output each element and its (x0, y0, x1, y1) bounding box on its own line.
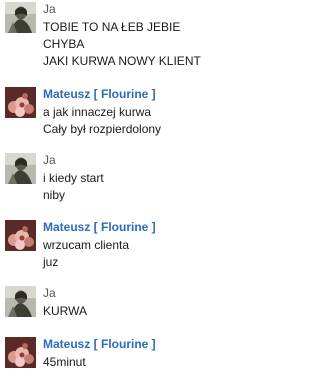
message-line: juz (43, 255, 59, 269)
message-body: i kiedy start niby (43, 170, 104, 204)
person-avatar-icon[interactable] (5, 286, 36, 317)
flower-avatar-icon[interactable] (5, 87, 36, 118)
message-line: i kiedy start (43, 171, 104, 185)
sender-name[interactable]: Ja (43, 286, 56, 301)
chat-transcript: Ja TOBIE TO NA ŁEB JEBIE CHYBA JAKI KURW… (0, 0, 294, 384)
message-body: TOBIE TO NA ŁEB JEBIE CHYBA JAKI KURWA N… (43, 19, 201, 70)
person-avatar-icon[interactable] (5, 153, 36, 184)
message-line: JAKI KURWA NOWY KLIENT (43, 54, 201, 68)
message-body: wrzucam clienta juz (43, 237, 129, 271)
message-body: a jak innaczej kurwa Cały był rozpierdol… (43, 104, 161, 138)
flower-avatar-icon[interactable] (5, 337, 36, 368)
message-line: 45minut (43, 355, 86, 369)
message-line: Cały był rozpierdolony (43, 122, 162, 136)
sender-name[interactable]: Mateusz [ Flourine ] (43, 337, 156, 352)
sender-name[interactable]: Mateusz [ Flourine ] (43, 87, 156, 102)
sender-name[interactable]: Ja (43, 153, 56, 168)
message-line: a jak innaczej kurwa (43, 105, 152, 119)
sender-name[interactable]: Ja (43, 2, 56, 17)
message-line: TOBIE TO NA ŁEB JEBIE (43, 20, 181, 34)
flower-avatar-icon[interactable] (5, 220, 36, 251)
person-avatar-icon[interactable] (5, 2, 36, 33)
sender-name[interactable]: Mateusz [ Flourine ] (43, 220, 156, 235)
message-body: 45minut (43, 354, 86, 371)
message-line: wrzucam clienta (43, 238, 130, 252)
message-line: CHYBA (43, 37, 85, 51)
message-line: KURWA (43, 304, 88, 318)
message-line: niby (43, 188, 66, 202)
message-body: KURWA (43, 303, 87, 320)
